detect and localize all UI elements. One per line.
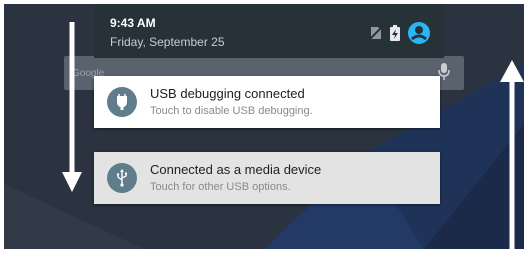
phone-screen: Google 9:43 AM Friday, September 25 USB … [4,4,524,249]
notification-usb-debugging[interactable]: USB debugging connected Touch to disable… [94,76,440,128]
account-icon[interactable] [408,22,430,49]
date: Friday, September 25 [110,35,225,49]
android-debug-icon [107,87,137,117]
battery-charging-icon [390,25,400,46]
notification-subtitle: Touch to disable USB debugging. [150,105,313,117]
notification-media-device[interactable]: Connected as a media device Touch for ot… [94,152,440,204]
notification-title: USB debugging connected [150,86,305,101]
usb-icon [107,163,137,193]
swipe-down-arrow-icon [62,22,82,192]
no-sim-icon [369,26,383,45]
clock: 9:43 AM [110,16,156,30]
notification-shade-header: 9:43 AM Friday, September 25 [94,4,444,58]
notification-title: Connected as a media device [150,162,322,177]
swipe-up-arrow-icon [500,60,524,249]
status-icons [369,22,430,49]
notification-subtitle: Touch for other USB options. [150,181,291,193]
